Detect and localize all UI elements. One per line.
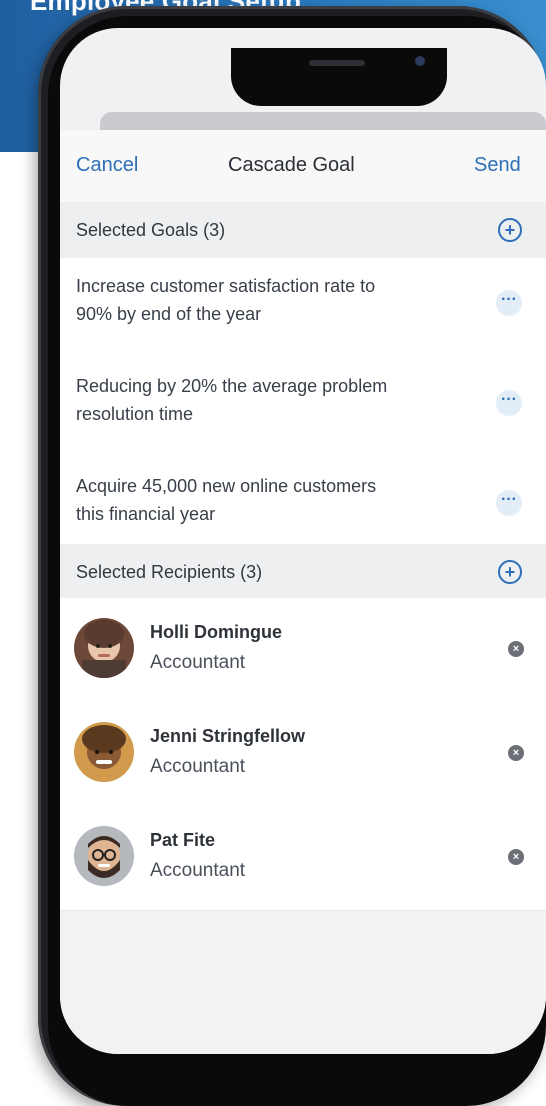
send-button[interactable]: Send (474, 154, 521, 177)
avatar-holli-icon (74, 618, 134, 678)
goal-text: Acquire 45,000 new online customers this… (76, 476, 377, 524)
page-title: Cascade Goal (228, 154, 355, 176)
speaker-icon (309, 60, 365, 66)
recipient-list-item[interactable]: Pat Fite Accountant × (60, 806, 546, 911)
recipient-role: Accountant (150, 756, 246, 777)
camera-icon (415, 56, 425, 66)
avatar (74, 722, 134, 782)
goal-text: Increase customer satisfaction rate to 9… (76, 276, 376, 324)
avatar (74, 618, 134, 678)
goal-list-item[interactable]: Increase customer satisfaction rate to 9… (60, 258, 546, 359)
cascade-goal-sheet: Cancel Cascade Goal Send Selected Goals … (60, 130, 546, 1054)
recipient-name: Jenni Stringfellow (150, 726, 306, 746)
goals-section-title: Selected Goals (3) (76, 220, 226, 240)
avatar-pat-icon (74, 826, 134, 886)
recipient-name: Pat Fite (150, 830, 216, 850)
goal-text: Reducing by 20% the average problem reso… (76, 376, 388, 424)
plus-circle-icon[interactable]: + (498, 560, 522, 584)
recipient-role: Accountant (150, 860, 246, 881)
avatar (74, 826, 134, 886)
recipient-list-item[interactable]: Holli Domingue Accountant × (60, 598, 546, 703)
goal-list-item[interactable]: Reducing by 20% the average problem reso… (60, 358, 546, 459)
cancel-button[interactable]: Cancel (76, 154, 138, 177)
goal-list-item[interactable]: Acquire 45,000 new online customers this… (60, 458, 546, 558)
recipient-role: Accountant (150, 652, 246, 673)
more-horizontal-icon[interactable]: ··· (496, 390, 522, 416)
remove-x-icon[interactable]: × (508, 641, 524, 657)
phone-notch (231, 48, 447, 106)
recipients-section-header: Selected Recipients (3) + (60, 544, 546, 600)
more-horizontal-icon[interactable]: ··· (496, 490, 522, 516)
avatar-jenni-icon (74, 722, 134, 782)
sheet-header: Cancel Cascade Goal Send (60, 130, 546, 203)
recipients-section-title: Selected Recipients (3) (76, 562, 263, 582)
recipient-name: Holli Domingue (150, 622, 282, 642)
recipient-list-item[interactable]: Jenni Stringfellow Accountant × (60, 702, 546, 807)
phone-screen: Cancel Cascade Goal Send Selected Goals … (60, 28, 546, 1054)
remove-x-icon[interactable]: × (508, 745, 524, 761)
remove-x-icon[interactable]: × (508, 849, 524, 865)
plus-circle-icon[interactable]: + (498, 218, 522, 242)
goals-section-header: Selected Goals (3) + (60, 202, 546, 258)
more-horizontal-icon[interactable]: ··· (496, 290, 522, 316)
